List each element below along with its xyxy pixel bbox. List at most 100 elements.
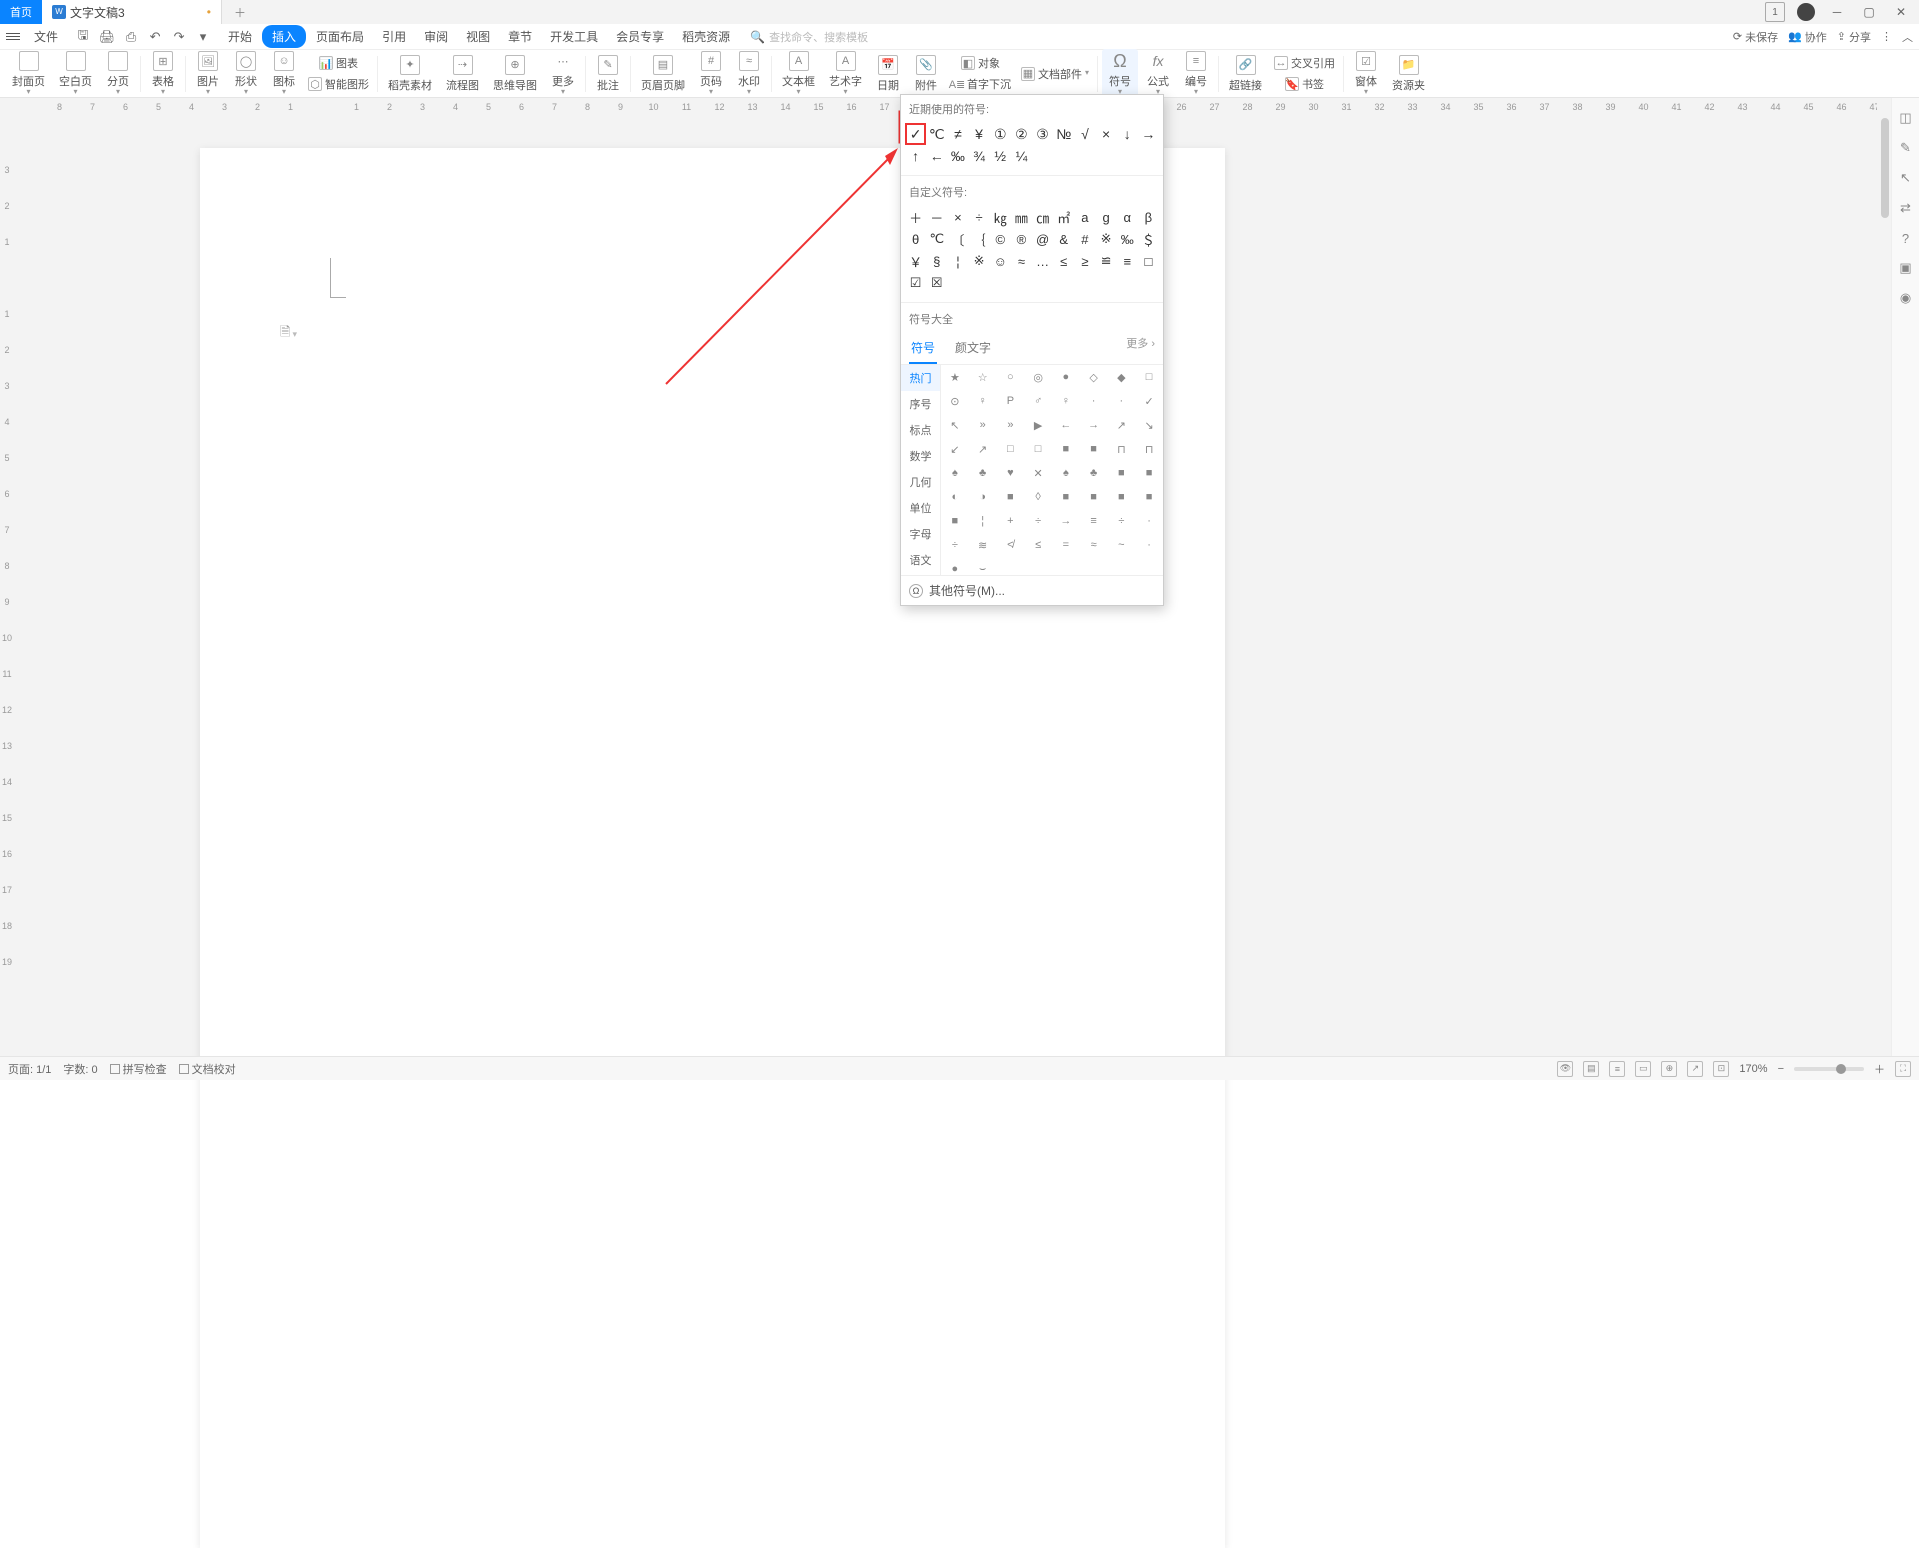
btn-more[interactable]: ⋯更多 [545, 49, 581, 98]
symbol-recent-item[interactable]: ① [990, 123, 1011, 145]
symbol-more-button[interactable]: Ω 其他符号(M)... [901, 575, 1163, 605]
symbol-mini-item[interactable]: ♠ [1052, 461, 1080, 485]
btn-picture[interactable]: 🖼图片 [190, 49, 226, 98]
symbol-mini-item[interactable]: ♠ [941, 461, 969, 485]
symbol-mini-item[interactable]: ☆ [969, 365, 997, 389]
symbol-mini-item[interactable]: □ [1024, 437, 1052, 461]
symbol-recent-item[interactable]: ← [926, 145, 947, 167]
symbol-recent-item[interactable]: √ [1074, 123, 1095, 145]
symbol-mini-item[interactable]: = [1052, 533, 1080, 557]
symbol-custom-item[interactable]: ‰ [1117, 228, 1138, 250]
view-fullscreen-icon[interactable]: ↗ [1687, 1061, 1703, 1077]
symbol-mini-item[interactable]: ▶ [1024, 413, 1052, 437]
symbol-mini-item[interactable]: · [1108, 389, 1136, 413]
symbol-mini-item[interactable]: ✕ [1024, 461, 1052, 485]
btn-textbox[interactable]: A文本框 [776, 49, 821, 98]
symbol-mini-item[interactable]: ■ [1080, 437, 1108, 461]
symbol-custom-item[interactable]: ￥ [905, 250, 926, 272]
symbol-custom-item[interactable]: & [1053, 228, 1074, 250]
symbol-mini-item[interactable]: ■ [1135, 485, 1163, 509]
symbol-mini-item[interactable] [1080, 557, 1108, 575]
tab-home[interactable]: 首页 [0, 0, 42, 24]
symbol-mini-item[interactable]: □ [997, 437, 1025, 461]
symbol-custom-item[interactable]: ≤ [1053, 250, 1074, 272]
status-spellcheck[interactable]: 拼写检查 [110, 1061, 167, 1077]
symbol-custom-item[interactable]: @ [1032, 228, 1053, 250]
symbol-mini-item[interactable]: ≈ [1080, 533, 1108, 557]
status-wordcount[interactable]: 字数: 0 [63, 1061, 97, 1077]
symbol-recent-item[interactable]: ≠ [947, 123, 968, 145]
symbol-custom-item[interactable]: ℃ [926, 228, 947, 250]
menu-review[interactable]: 审阅 [416, 25, 456, 48]
redo-icon[interactable]: ↷ [170, 28, 188, 46]
zoom-out-icon[interactable]: − [1778, 1063, 1784, 1075]
minimize-icon[interactable]: ─ [1827, 2, 1847, 22]
symbol-custom-item[interactable]: ☺ [990, 250, 1011, 272]
btn-date[interactable]: 📅日期 [870, 53, 906, 95]
symbol-mini-item[interactable]: ¦ [969, 509, 997, 533]
symbol-mini-item[interactable]: ↗ [1108, 413, 1136, 437]
btn-symbol[interactable]: Ω符号 [1102, 49, 1138, 98]
symbol-mini-item[interactable]: ◊ [1024, 485, 1052, 509]
symbol-mini-item[interactable]: ⊓ [1135, 437, 1163, 461]
menu-references[interactable]: 引用 [374, 25, 414, 48]
btn-watermark[interactable]: ≈水印 [731, 49, 767, 98]
symbol-mini-item[interactable]: ○ [997, 365, 1025, 389]
symbol-custom-item[interactable]: ㎡ [1053, 206, 1074, 228]
symbol-mini-item[interactable]: ≮ [997, 533, 1025, 557]
symbol-mini-item[interactable] [1108, 557, 1136, 575]
zoom-fit-icon[interactable]: ⊡ [1713, 1061, 1729, 1077]
symbol-mini-item[interactable]: · [1135, 509, 1163, 533]
menu-hamburger-icon[interactable] [6, 33, 20, 40]
menu-start[interactable]: 开始 [220, 25, 260, 48]
btn-table[interactable]: ⊞表格 [145, 49, 181, 98]
btn-chart[interactable]: 📊图表 [304, 53, 373, 73]
symbol-mini-item[interactable]: ■ [1080, 485, 1108, 509]
symbol-mini-item[interactable]: ≤ [1024, 533, 1052, 557]
view-page-icon[interactable]: ▤ [1583, 1061, 1599, 1077]
symbol-mini-item[interactable]: ◑ [969, 485, 997, 509]
avatar[interactable] [1797, 3, 1815, 21]
symbol-custom-item[interactable]: # [1074, 228, 1095, 250]
symbol-custom-item[interactable]: ｛ [968, 228, 989, 250]
symbol-category-item[interactable]: 语文 [901, 547, 940, 573]
btn-headerfooter[interactable]: ▤页眉页脚 [635, 53, 691, 95]
symbol-mini-item[interactable]: ♀ [969, 389, 997, 413]
symbol-recent-item[interactable]: ② [1011, 123, 1032, 145]
symbol-mini-item[interactable]: ≡ [1080, 509, 1108, 533]
symbol-recent-item[interactable]: ‰ [947, 145, 968, 167]
symbol-custom-item[interactable]: © [990, 228, 1011, 250]
menu-file[interactable]: 文件 [26, 25, 66, 48]
menu-more-icon[interactable]: ⋮ [1881, 30, 1892, 43]
symbol-tab-more[interactable]: 更多 › [1126, 335, 1155, 364]
symbol-mini-item[interactable]: ■ [1052, 437, 1080, 461]
sidebar-style-icon[interactable]: ✎ [1898, 140, 1914, 156]
symbol-category-item[interactable]: 字母 [901, 521, 940, 547]
view-web-icon[interactable]: ⊕ [1661, 1061, 1677, 1077]
symbol-custom-item[interactable]: ＄ [1138, 228, 1159, 250]
symbol-mini-item[interactable]: ★ [941, 365, 969, 389]
symbol-mini-item[interactable]: ■ [941, 509, 969, 533]
symbol-custom-item[interactable]: § [926, 250, 947, 272]
symbol-mini-item[interactable]: ↖ [941, 413, 969, 437]
symbol-mini-item[interactable]: · [1135, 533, 1163, 557]
symbol-custom-item[interactable]: ≌ [1095, 250, 1116, 272]
status-unsaved[interactable]: ⟳未保存 [1733, 29, 1778, 45]
symbol-custom-item[interactable]: ㎏ [990, 206, 1011, 228]
btn-object[interactable]: ◧对象 [946, 53, 1015, 73]
symbol-custom-item[interactable]: ㎝ [1032, 206, 1053, 228]
symbol-mini-item[interactable]: ← [1052, 413, 1080, 437]
sidebar-settings-icon[interactable]: ⇄ [1898, 200, 1914, 216]
symbol-custom-item[interactable]: a [1074, 206, 1095, 228]
symbol-mini-item[interactable]: ■ [997, 485, 1025, 509]
btn-flowchart[interactable]: ⇢流程图 [440, 53, 485, 95]
symbol-mini-item[interactable]: ■ [1108, 485, 1136, 509]
close-icon[interactable]: ✕ [1891, 2, 1911, 22]
view-read-icon[interactable]: ▭ [1635, 1061, 1651, 1077]
symbol-mini-item[interactable]: ■ [1135, 461, 1163, 485]
scrollbar-thumb[interactable] [1881, 118, 1889, 218]
tab-add[interactable]: ＋ [222, 4, 258, 21]
symbol-mini-item[interactable]: ♣ [969, 461, 997, 485]
symbol-custom-item[interactable]: ※ [968, 250, 989, 272]
menu-pagelayout[interactable]: 页面布局 [308, 25, 372, 48]
